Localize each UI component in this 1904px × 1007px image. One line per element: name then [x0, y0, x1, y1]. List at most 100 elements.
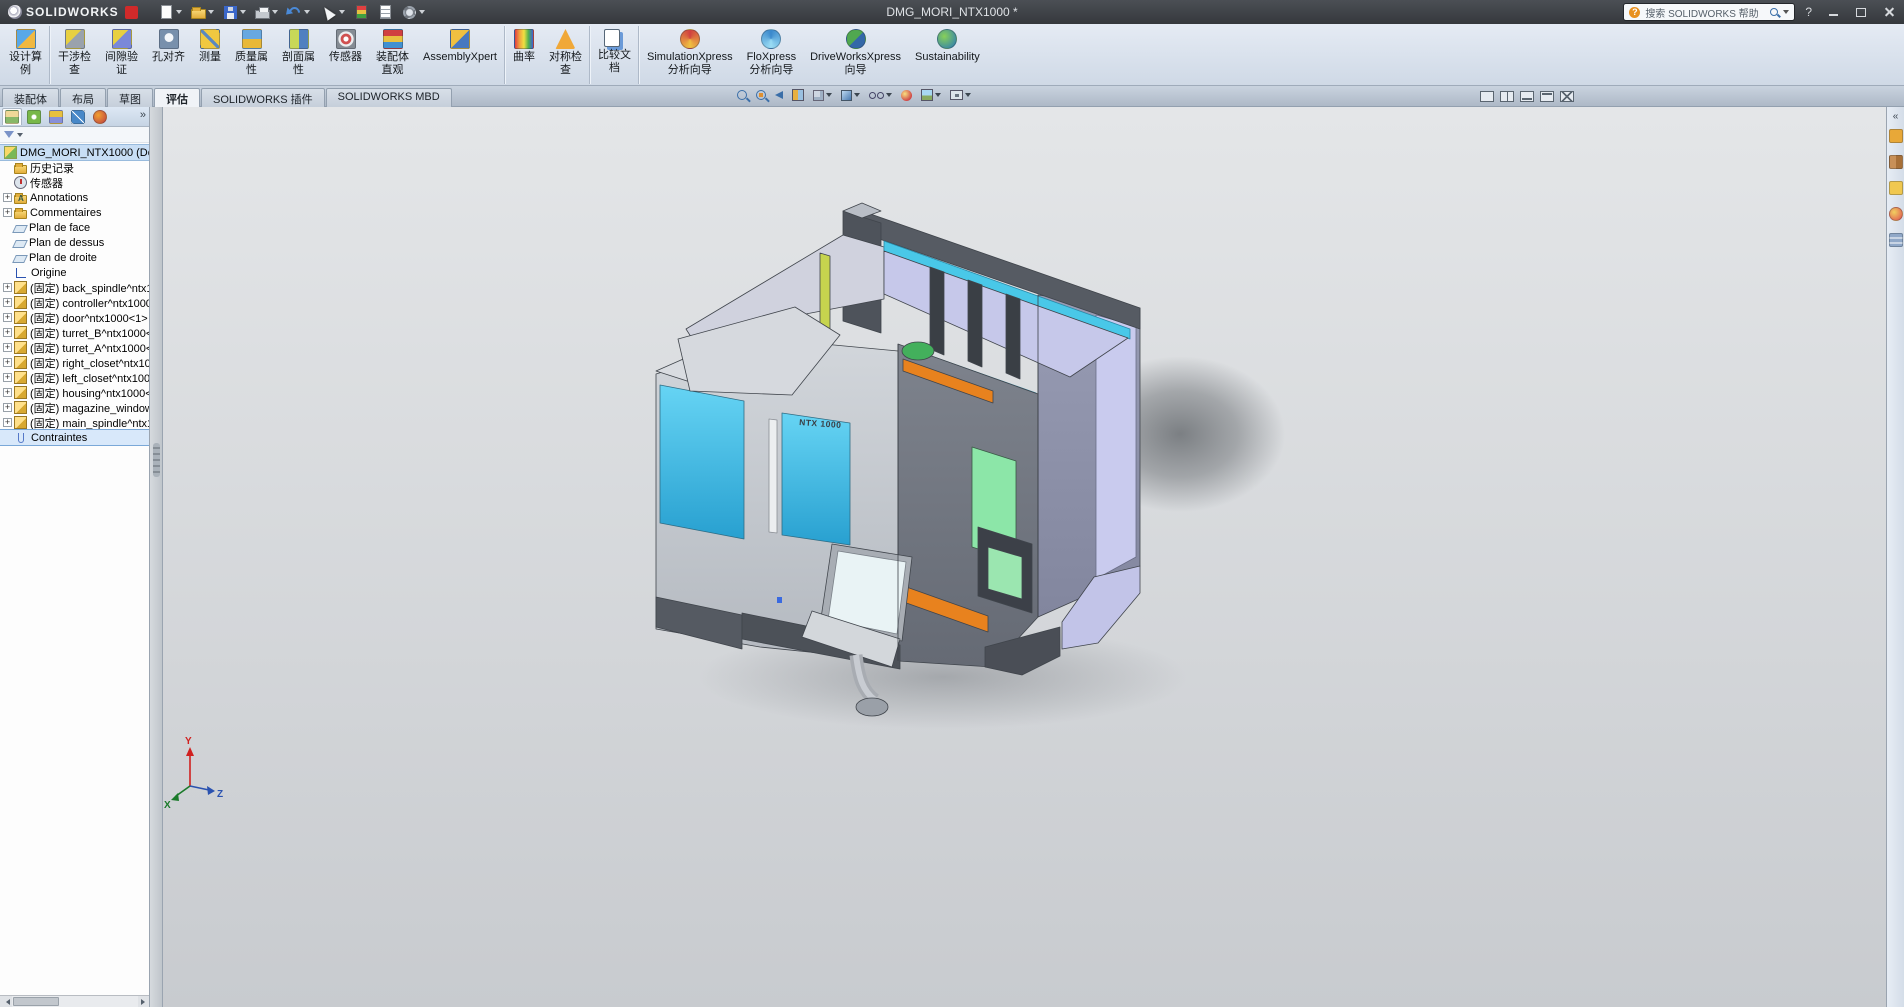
file-properties-button[interactable]	[375, 2, 396, 22]
tree-item[interactable]: Origine	[0, 265, 149, 280]
tree-item[interactable]: + (固定) turret_A^ntx1000<	[0, 340, 149, 355]
dropdown-caret[interactable]	[419, 10, 425, 14]
scroll-right-arrow[interactable]	[138, 996, 150, 1007]
tree-item[interactable]: 传感器	[0, 175, 149, 190]
ribbon-button[interactable]: 剖面属 性	[275, 26, 322, 84]
apply-scene-icon[interactable]	[919, 88, 943, 102]
dimxpertmanager-tab-icon[interactable]	[68, 108, 88, 125]
expand-toggle[interactable]: +	[3, 343, 12, 352]
dropdown-caret[interactable]	[886, 93, 892, 97]
options-button[interactable]	[399, 3, 428, 22]
propertymanager-tab-icon[interactable]	[24, 108, 44, 125]
dropdown-caret[interactable]	[272, 10, 278, 14]
splitter-handle[interactable]	[153, 443, 160, 477]
ribbon-button[interactable]: 设计算 例	[2, 26, 50, 84]
machine-green-cover[interactable]	[902, 342, 934, 360]
ribbon-button[interactable]: 干涉检 查	[51, 26, 98, 84]
tree-item[interactable]: + (固定) controller^ntx1000	[0, 295, 149, 310]
pendant-arm-base[interactable]	[856, 698, 888, 716]
tree-item[interactable]: + Commentaires	[0, 205, 149, 220]
tree-item[interactable]: + (固定) turret_B^ntx1000<	[0, 325, 149, 340]
split-pane-icon[interactable]	[1500, 89, 1514, 107]
tree-item[interactable]: + (固定) housing^ntx1000<	[0, 385, 149, 400]
ribbon-button[interactable]: Sustainability	[908, 26, 987, 84]
minimize-pane-icon[interactable]	[1520, 89, 1534, 107]
help-button[interactable]: ?	[1801, 5, 1816, 19]
panel-overflow-chevron[interactable]: »	[140, 109, 146, 121]
dropdown-caret[interactable]	[854, 93, 860, 97]
tree-item[interactable]: Contraintes	[0, 430, 149, 445]
expand-toggle[interactable]: +	[3, 193, 12, 202]
ribbon-button[interactable]: SimulationXpress 分析向导	[640, 26, 740, 84]
graphics-viewport[interactable]: NTX 1000 Y Z X	[163, 107, 1886, 1007]
tree-item[interactable]: 历史记录	[0, 160, 149, 175]
ribbon-button[interactable]: AssemblyXpert	[416, 26, 505, 84]
undo-button[interactable]	[284, 3, 313, 22]
machine-interior-slat[interactable]	[968, 280, 982, 367]
machine-blue-fixture[interactable]	[777, 597, 782, 603]
maximize-button[interactable]	[1850, 4, 1872, 20]
tree-item[interactable]: + (固定) left_closet^ntx1000	[0, 370, 149, 385]
view-settings-icon[interactable]	[948, 89, 973, 101]
search-options-caret[interactable]	[1783, 10, 1789, 14]
zoom-area-icon[interactable]	[754, 89, 768, 101]
ribbon-button[interactable]: FloXpress 分析向导	[740, 26, 804, 84]
fullscreen-icon[interactable]	[1480, 89, 1494, 107]
3d-scene[interactable]: NTX 1000 Y Z X	[163, 107, 1886, 1007]
file-explorer-icon[interactable]	[1889, 181, 1903, 200]
tree-item[interactable]: + (固定) main_spindle^ntx1	[0, 415, 149, 430]
expand-toggle[interactable]: +	[3, 373, 12, 382]
ribbon-button[interactable]: 测量	[192, 26, 228, 84]
view-orientation-icon[interactable]	[811, 89, 834, 102]
expand-toggle[interactable]: +	[3, 328, 12, 337]
dropdown-caret[interactable]	[935, 93, 941, 97]
expand-toggle[interactable]: +	[3, 283, 12, 292]
section-view-icon[interactable]	[790, 88, 806, 102]
tree-item[interactable]: DMG_MORI_NTX1000 (Défa	[0, 145, 149, 160]
ribbon-button[interactable]: 曲率	[506, 26, 542, 84]
expand-toggle[interactable]: +	[3, 388, 12, 397]
design-library-icon[interactable]	[1889, 155, 1903, 174]
resources-icon[interactable]	[1889, 129, 1903, 148]
expand-toggle[interactable]: +	[3, 403, 12, 412]
rebuild-button[interactable]	[351, 2, 372, 22]
close-pane-icon[interactable]	[1560, 89, 1574, 107]
ribbon-button[interactable]: DriveWorksXpress 向导	[803, 26, 908, 84]
expand-toggle[interactable]: +	[3, 358, 12, 367]
dropdown-caret[interactable]	[339, 10, 345, 14]
expand-toggle[interactable]: +	[3, 298, 12, 307]
expand-toggle[interactable]: +	[3, 313, 12, 322]
machine-door-handle[interactable]	[769, 419, 777, 533]
dropdown-caret[interactable]	[965, 93, 971, 97]
zoom-fit-icon[interactable]	[735, 89, 749, 101]
new-document-button[interactable]	[156, 2, 185, 22]
task-pane-collapse-chevron[interactable]: «	[1893, 111, 1899, 122]
tree-item[interactable]: Plan de dessus	[0, 235, 149, 250]
ribbon-button[interactable]: 对称检 查	[542, 26, 590, 84]
machine-cyan-window-center[interactable]	[782, 413, 850, 545]
hide-show-items-icon[interactable]	[867, 90, 894, 100]
display-style-icon[interactable]	[839, 89, 862, 102]
machine-cyan-window-left[interactable]	[660, 385, 744, 539]
help-search-box[interactable]: 搜索 SOLIDWORKS 帮助	[1623, 3, 1795, 21]
tree-item[interactable]: + (固定) right_closet^ntx10	[0, 355, 149, 370]
ribbon-button[interactable]: 比较文 档	[591, 26, 639, 84]
featuremanager-tree-tab-icon[interactable]	[2, 108, 22, 125]
open-document-button[interactable]	[188, 3, 217, 21]
machine-interior-slat[interactable]	[1006, 294, 1020, 379]
tree-horizontal-scrollbar[interactable]	[0, 995, 150, 1007]
close-button[interactable]	[1878, 4, 1900, 20]
maximize-pane-icon[interactable]	[1540, 89, 1554, 107]
ribbon-button[interactable]: 质量属 性	[228, 26, 275, 84]
tree-item[interactable]: + (固定) door^ntx1000<1>	[0, 310, 149, 325]
dropdown-caret[interactable]	[826, 93, 832, 97]
ribbon-button[interactable]: 传感器	[322, 26, 369, 84]
configurationmanager-tab-icon[interactable]	[46, 108, 66, 125]
filter-caret[interactable]	[17, 133, 23, 137]
ribbon-button[interactable]: 装配体 直观	[369, 26, 416, 84]
save-button[interactable]	[220, 3, 249, 22]
search-magnifier-icon[interactable]	[1770, 8, 1778, 16]
tree-item[interactable]: + (固定) magazine_window^	[0, 400, 149, 415]
tree-item[interactable]: + Annotations	[0, 190, 149, 205]
dropdown-caret[interactable]	[208, 10, 214, 14]
